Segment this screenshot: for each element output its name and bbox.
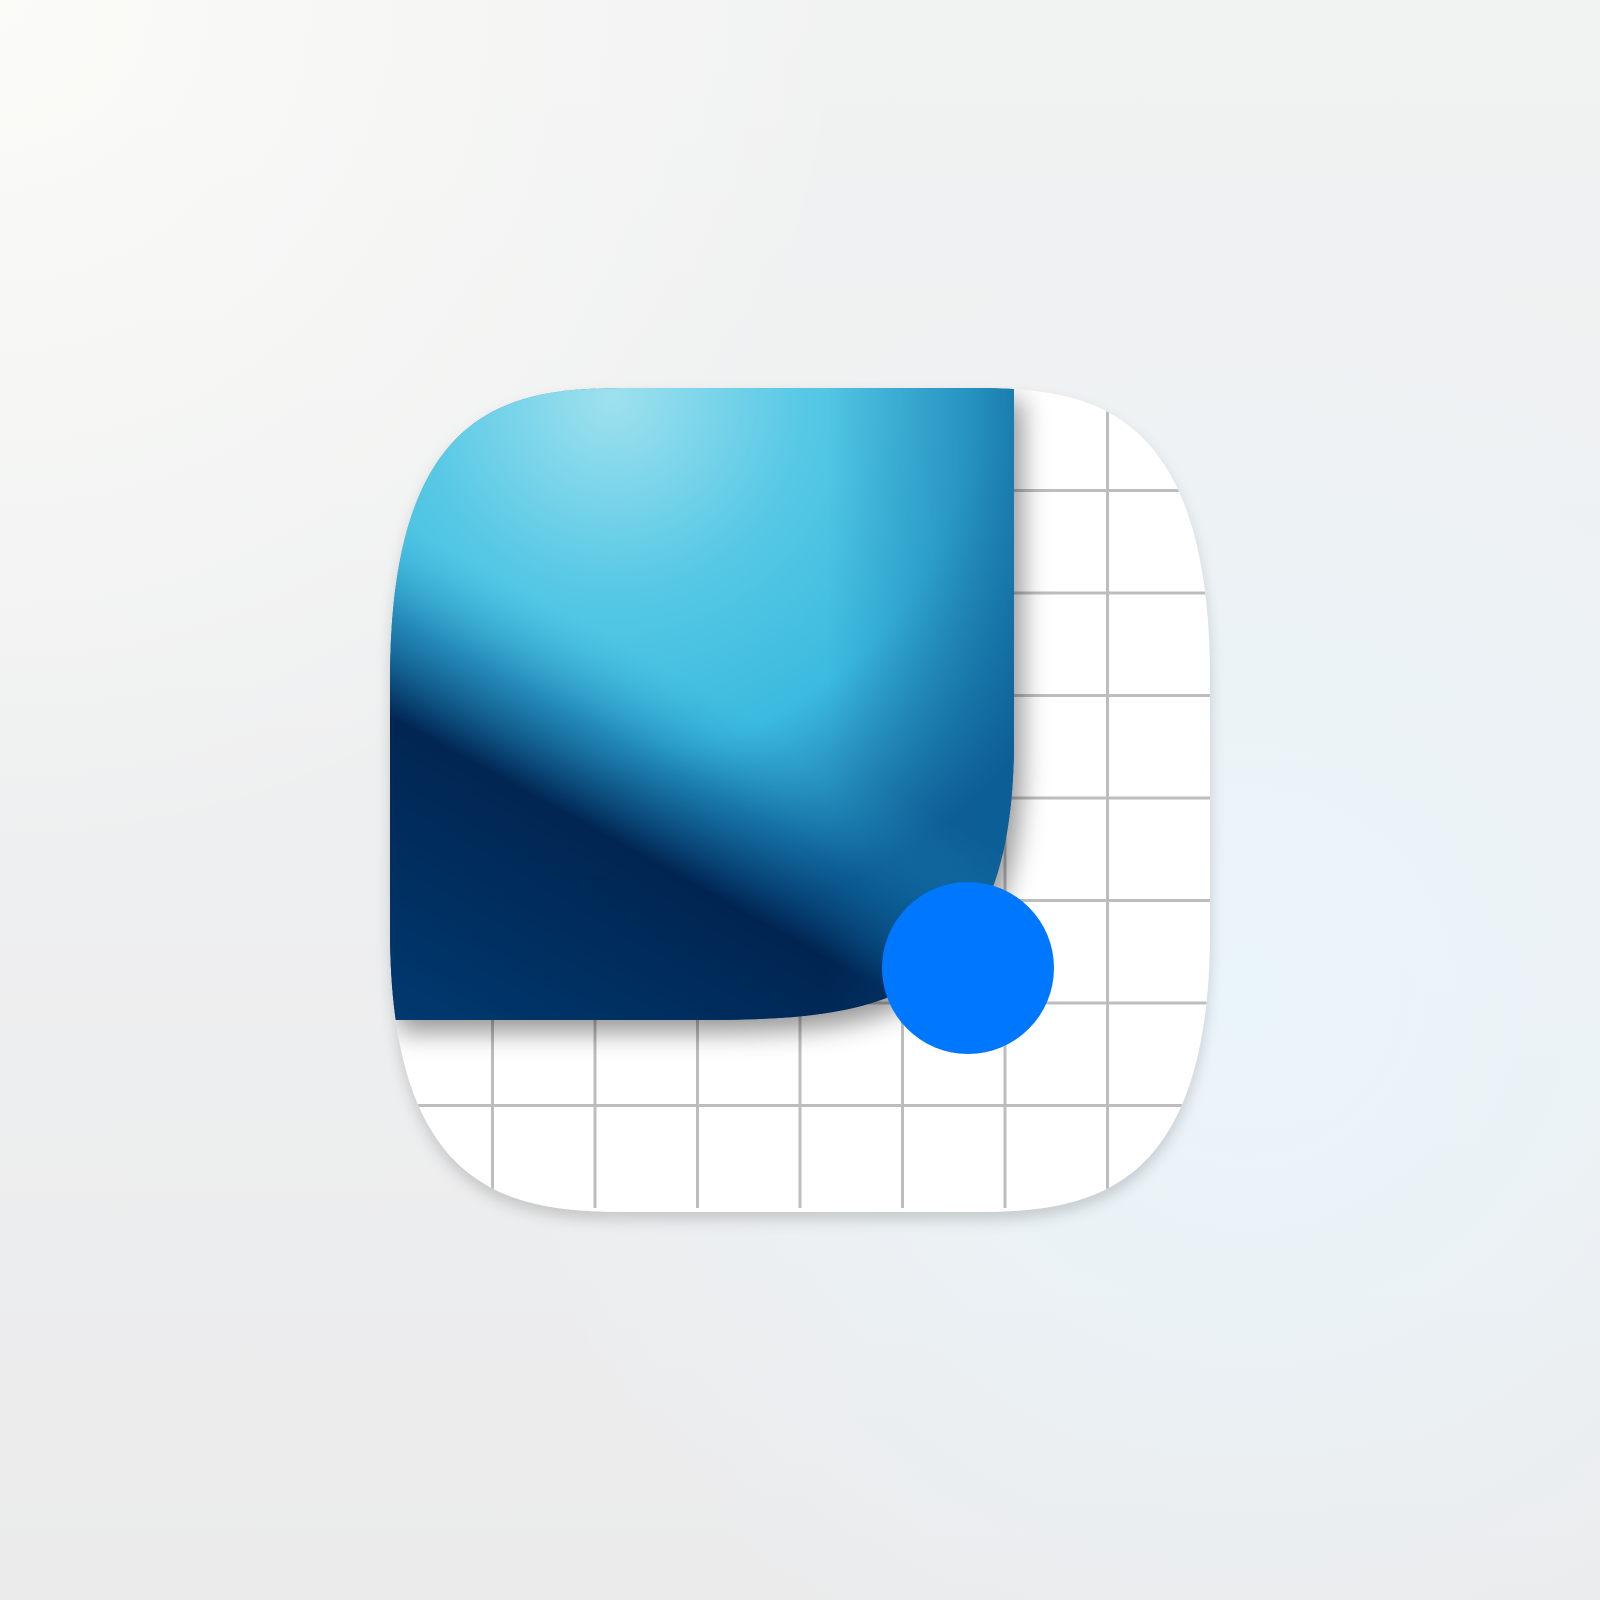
app-icon-artwork bbox=[390, 388, 1210, 1212]
blue-dot-icon bbox=[882, 882, 1054, 1054]
